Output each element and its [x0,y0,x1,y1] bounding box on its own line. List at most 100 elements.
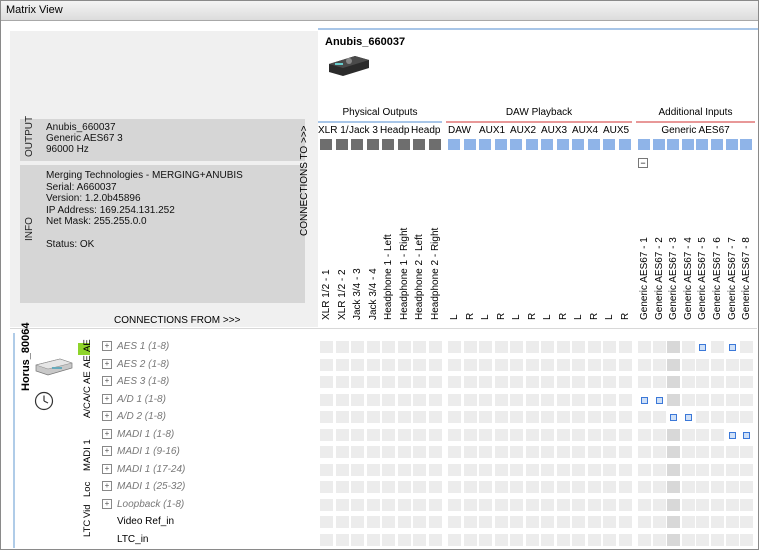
matrix-cell[interactable] [618,463,632,476]
matrix-cell[interactable] [696,533,710,546]
source-row[interactable]: LTC_in [102,532,149,548]
matrix-cell[interactable] [335,358,349,371]
matrix-cell-connected[interactable] [696,341,710,353]
source-row[interactable]: + Loopback (1-8) [102,497,184,513]
matrix-cell[interactable] [351,533,364,546]
matrix-cell[interactable] [510,446,523,458]
matrix-cell[interactable] [541,376,554,388]
column-label[interactable]: Headphone 1 - Left [383,234,394,320]
matrix-cell[interactable] [711,393,724,406]
matrix-cell[interactable] [382,341,395,353]
matrix-cell[interactable] [494,481,508,493]
matrix-cell-connected[interactable] [667,411,681,423]
matrix-cell[interactable] [740,341,754,353]
column-label[interactable]: Generic AES67 - 6 [712,237,723,320]
matrix-cell[interactable] [556,428,570,441]
matrix-cell[interactable] [572,358,585,371]
matrix-cell[interactable] [572,446,585,458]
matrix-cell[interactable] [428,411,442,423]
matrix-cell[interactable] [603,481,616,493]
matrix-cell[interactable] [681,428,695,441]
matrix-cell[interactable] [413,463,426,476]
column-label[interactable]: R [527,313,538,320]
matrix-cell[interactable] [696,428,710,441]
matrix-cell[interactable] [479,481,492,493]
matrix-cell[interactable] [667,376,681,388]
matrix-cell[interactable] [494,498,508,511]
matrix-cell[interactable] [587,376,601,388]
channel-status-square[interactable] [638,139,650,150]
matrix-cell[interactable] [618,533,632,546]
matrix-cell[interactable] [681,376,695,388]
matrix-cell[interactable] [397,533,411,546]
expand-icon[interactable]: + [102,446,112,457]
matrix-cell[interactable] [638,533,651,546]
matrix-cell[interactable] [397,358,411,371]
matrix-cell[interactable] [351,516,364,528]
matrix-cell[interactable] [525,393,539,406]
matrix-cell[interactable] [413,516,426,528]
matrix-cell[interactable] [448,428,461,441]
matrix-cell[interactable] [681,358,695,371]
matrix-cell[interactable] [494,533,508,546]
matrix-cell[interactable] [725,358,739,371]
matrix-cell[interactable] [696,376,710,388]
matrix-cell[interactable] [335,393,349,406]
matrix-cell[interactable] [366,428,380,441]
column-label[interactable]: L [449,314,460,320]
matrix-cell[interactable] [351,498,364,511]
channel-status-square[interactable] [572,139,584,150]
matrix-cell[interactable] [382,516,395,528]
source-row[interactable]: + AES 3 (1-8) [102,374,169,390]
matrix-cell[interactable] [413,498,426,511]
matrix-cell[interactable] [740,358,754,371]
column-label[interactable]: Jack 3/4 - 3 [352,268,363,320]
matrix-cell[interactable] [428,341,442,353]
matrix-cell[interactable] [428,358,442,371]
column-label[interactable]: Jack 3/4 - 4 [368,268,379,320]
matrix-cell[interactable] [351,341,364,353]
matrix-cell[interactable] [618,376,632,388]
matrix-cell[interactable] [397,481,411,493]
matrix-cell[interactable] [494,376,508,388]
matrix-cell[interactable] [510,481,523,493]
matrix-cell[interactable] [587,533,601,546]
anubis-device-icon[interactable] [325,50,373,81]
matrix-cell[interactable] [510,498,523,511]
source-row[interactable]: + MADI 1 (17-24) [102,462,185,478]
matrix-cell[interactable] [320,393,333,406]
matrix-cell[interactable] [667,341,681,353]
channel-status-square[interactable] [510,139,522,150]
matrix-cell[interactable] [587,411,601,423]
column-label[interactable]: Headphone 2 - Left [414,234,425,320]
matrix-cell[interactable] [638,498,651,511]
matrix-cell[interactable] [638,516,651,528]
expand-icon[interactable]: + [102,358,112,369]
column-label[interactable]: Generic AES67 - 1 [639,237,650,320]
matrix-cell[interactable] [603,376,616,388]
matrix-cell[interactable] [448,358,461,371]
matrix-cell[interactable] [618,411,632,423]
matrix-cell[interactable] [587,428,601,441]
matrix-cell-connected[interactable] [681,411,695,423]
column-label[interactable]: XLR 1/2 - 1 [321,269,332,320]
matrix-cell[interactable] [556,358,570,371]
channel-status-square[interactable] [448,139,460,150]
expand-icon[interactable]: + [102,411,112,422]
column-label[interactable]: L [480,314,491,320]
matrix-cell[interactable] [351,481,364,493]
matrix-cell[interactable] [525,516,539,528]
channel-status-square[interactable] [587,139,600,150]
matrix-cell[interactable] [428,428,442,441]
expand-icon[interactable]: + [102,498,112,509]
matrix-cell[interactable] [335,376,349,388]
matrix-cell[interactable] [525,341,539,353]
matrix-cell[interactable] [351,463,364,476]
matrix-cell-connected[interactable] [725,341,739,353]
source-row[interactable]: + MADI 1 (25-32) [102,479,185,495]
matrix-cell[interactable] [479,358,492,371]
column-label[interactable]: Generic AES67 - 7 [727,237,738,320]
matrix-cell[interactable] [667,516,681,528]
expand-icon[interactable]: + [102,428,112,439]
matrix-cell[interactable] [494,446,508,458]
